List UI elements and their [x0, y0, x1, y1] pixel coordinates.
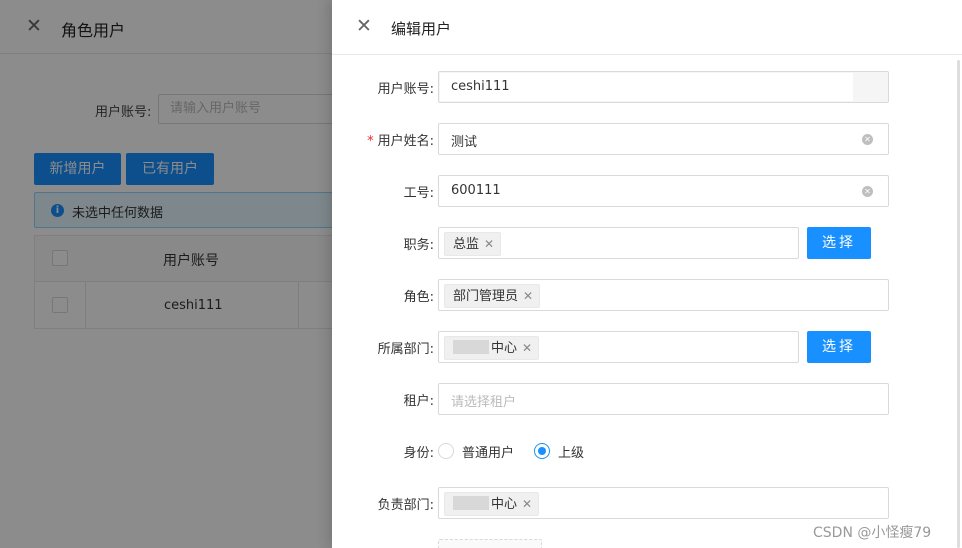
- form-row-identity: 身份: 普通用户 上级: [332, 435, 962, 467]
- dept-label: 所属部门:: [377, 342, 434, 357]
- form-row-tenant: 租户: 请选择租户: [332, 383, 962, 415]
- dept-owner-label: 负责部门:: [377, 498, 434, 513]
- workno-field[interactable]: 600111 ✕: [438, 175, 889, 207]
- name-label-text: 用户姓名:: [377, 134, 434, 149]
- post-tag-text: 总监: [453, 237, 480, 252]
- tag-close-icon[interactable]: ✕: [484, 237, 494, 251]
- dept-tag: 中心 ✕: [444, 336, 540, 360]
- dept-select[interactable]: 中心 ✕: [438, 331, 799, 363]
- dept-owner-tag-text: 中心: [491, 497, 518, 512]
- role-select[interactable]: 部门管理员 ✕: [438, 279, 889, 311]
- post-select-button[interactable]: 选择: [807, 227, 871, 259]
- watermark: CSDN @小怪瘦79: [813, 525, 932, 541]
- identity-option-normal[interactable]: 普通用户: [462, 442, 514, 461]
- drawer-header: ✕ 编辑用户: [332, 0, 962, 55]
- edit-user-drawer: ✕ 编辑用户 用户账号: ceshi111 * 用户姓名: 测试 ✕ 工号: 60…: [332, 0, 962, 548]
- close-icon[interactable]: ✕: [356, 16, 372, 36]
- dept-owner-select[interactable]: 中心 ✕: [438, 487, 889, 519]
- clear-icon[interactable]: ✕: [862, 186, 873, 197]
- workno-value: 600111: [451, 183, 501, 198]
- dept-owner-tag: 中心 ✕: [444, 492, 540, 516]
- form-row-account: 用户账号: ceshi111: [332, 71, 962, 103]
- name-value: 测试: [451, 135, 478, 150]
- account-field[interactable]: ceshi111: [438, 71, 889, 103]
- tag-close-icon[interactable]: ✕: [523, 289, 533, 303]
- account-label: 用户账号:: [377, 82, 434, 97]
- redacted-block: [453, 340, 489, 354]
- post-tag: 总监 ✕: [444, 232, 502, 256]
- identity-radio-superior[interactable]: [534, 443, 550, 459]
- tenant-select[interactable]: 请选择租户: [438, 383, 889, 415]
- tenant-placeholder: 请选择租户: [451, 395, 517, 410]
- form-row-post: 职务: 总监 ✕ 选择: [332, 227, 962, 259]
- account-value: ceshi111: [451, 79, 510, 94]
- clear-icon[interactable]: ✕: [862, 134, 873, 145]
- form-row-workno: 工号: 600111 ✕: [332, 175, 962, 207]
- workno-label: 工号:: [403, 186, 434, 201]
- identity-label: 身份:: [403, 446, 434, 461]
- role-label: 角色:: [403, 290, 434, 305]
- drawer-title: 编辑用户: [391, 20, 452, 38]
- form-row-role: 角色: 部门管理员 ✕: [332, 279, 962, 311]
- tag-close-icon[interactable]: ✕: [522, 341, 532, 355]
- tenant-label: 租户:: [403, 394, 434, 409]
- dept-tag-text: 中心: [491, 341, 518, 356]
- post-label: 职务:: [403, 238, 434, 253]
- identity-option-superior[interactable]: 上级: [558, 442, 584, 461]
- post-select[interactable]: 总监 ✕: [438, 227, 799, 259]
- identity-radio-normal[interactable]: [438, 443, 454, 459]
- tag-close-icon[interactable]: ✕: [522, 497, 532, 511]
- required-marker: *: [367, 134, 374, 149]
- role-tag-text: 部门管理员: [453, 289, 519, 304]
- upload-area[interactable]: [438, 539, 542, 548]
- role-tag: 部门管理员 ✕: [444, 284, 541, 308]
- form-row-name: * 用户姓名: 测试 ✕: [332, 123, 962, 155]
- form-row-dept: 所属部门: 中心 ✕ 选择: [332, 331, 962, 363]
- redacted-block: [453, 496, 489, 510]
- name-field[interactable]: 测试 ✕: [438, 123, 889, 155]
- form-row-dept-owner: 负责部门: 中心 ✕: [332, 487, 962, 519]
- dept-select-button[interactable]: 选择: [807, 331, 871, 363]
- name-label: * 用户姓名:: [367, 130, 434, 149]
